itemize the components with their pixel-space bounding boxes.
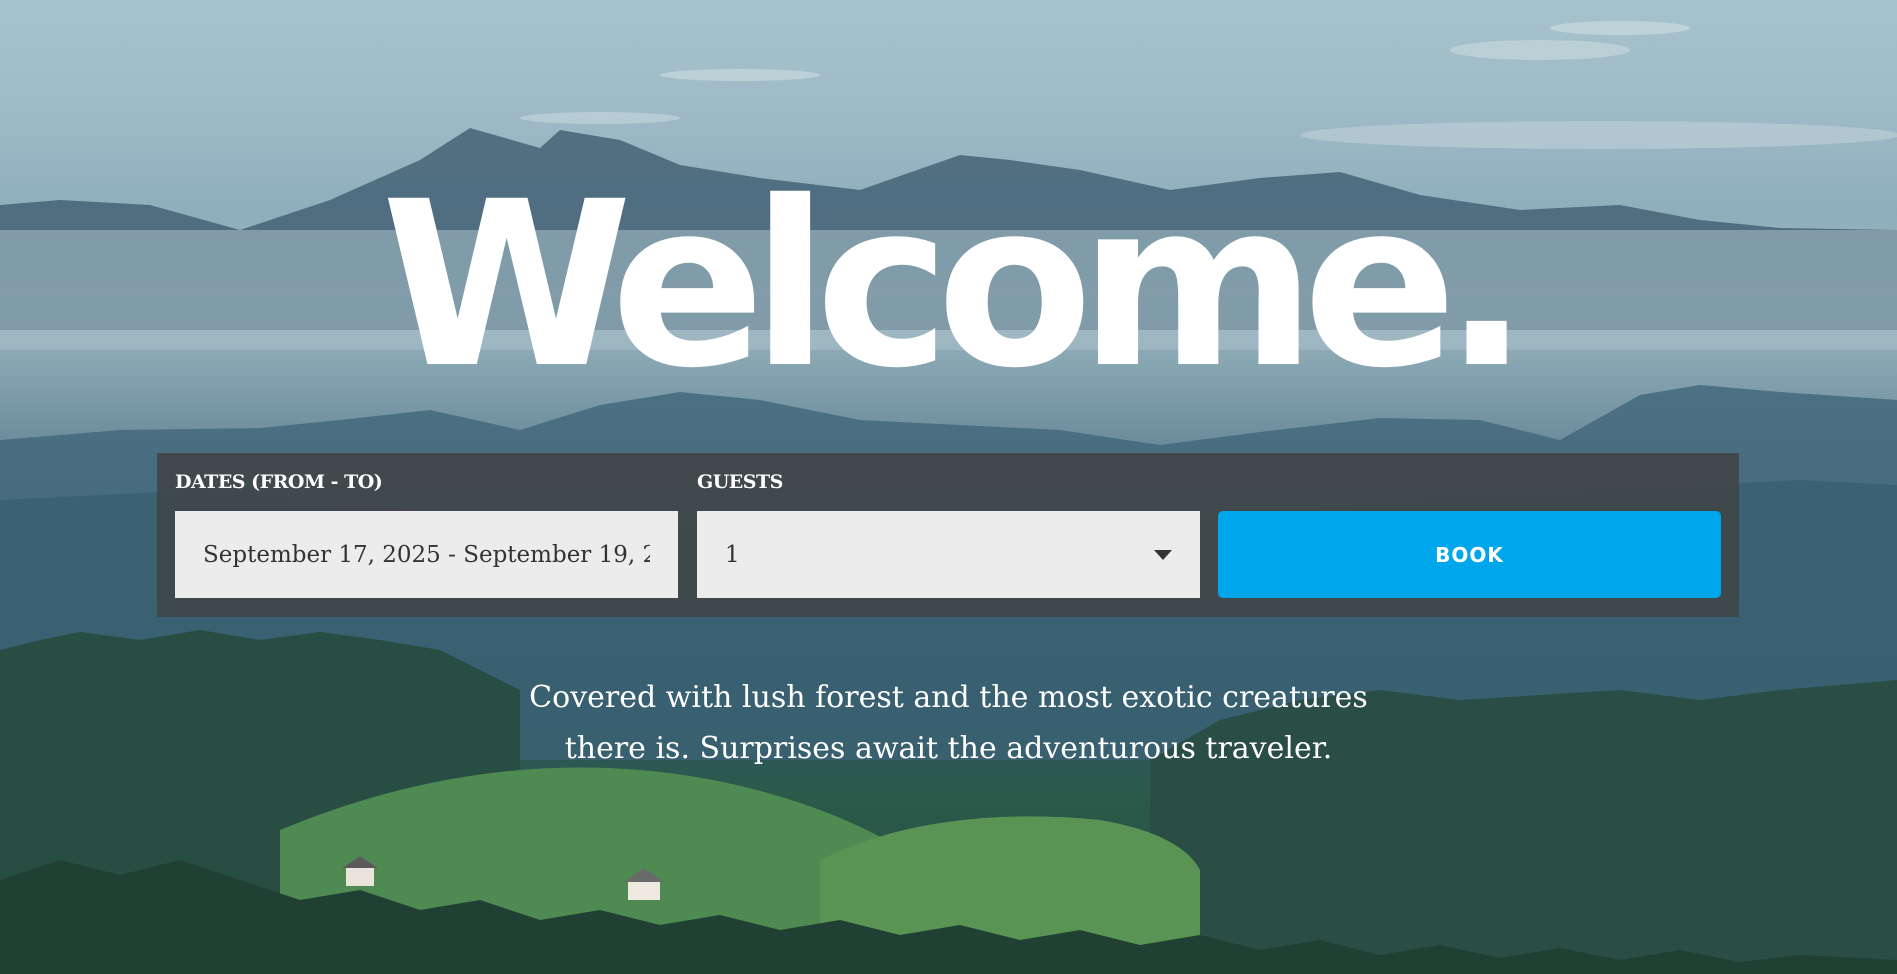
guests-select[interactable]: 1 bbox=[697, 511, 1200, 598]
booking-form: DATES (FROM - TO) GUESTS 1 BOOK bbox=[157, 453, 1739, 617]
tagline-line-2: there is. Surprises await the adventurou… bbox=[564, 731, 1333, 766]
tagline-line-1: Covered with lush forest and the most ex… bbox=[529, 680, 1368, 715]
chevron-down-icon bbox=[1154, 549, 1172, 560]
page-title: Welcome. bbox=[381, 152, 1530, 418]
hero-section: Welcome. DATES (FROM - TO) GUESTS 1 BOOK… bbox=[0, 0, 1897, 974]
guests-label: GUESTS bbox=[697, 471, 783, 493]
dates-input[interactable] bbox=[175, 511, 678, 598]
book-button[interactable]: BOOK bbox=[1218, 511, 1721, 598]
dates-label: DATES (FROM - TO) bbox=[175, 471, 383, 493]
guests-select-value: 1 bbox=[725, 541, 740, 568]
tagline: Covered with lush forest and the most ex… bbox=[0, 672, 1897, 774]
